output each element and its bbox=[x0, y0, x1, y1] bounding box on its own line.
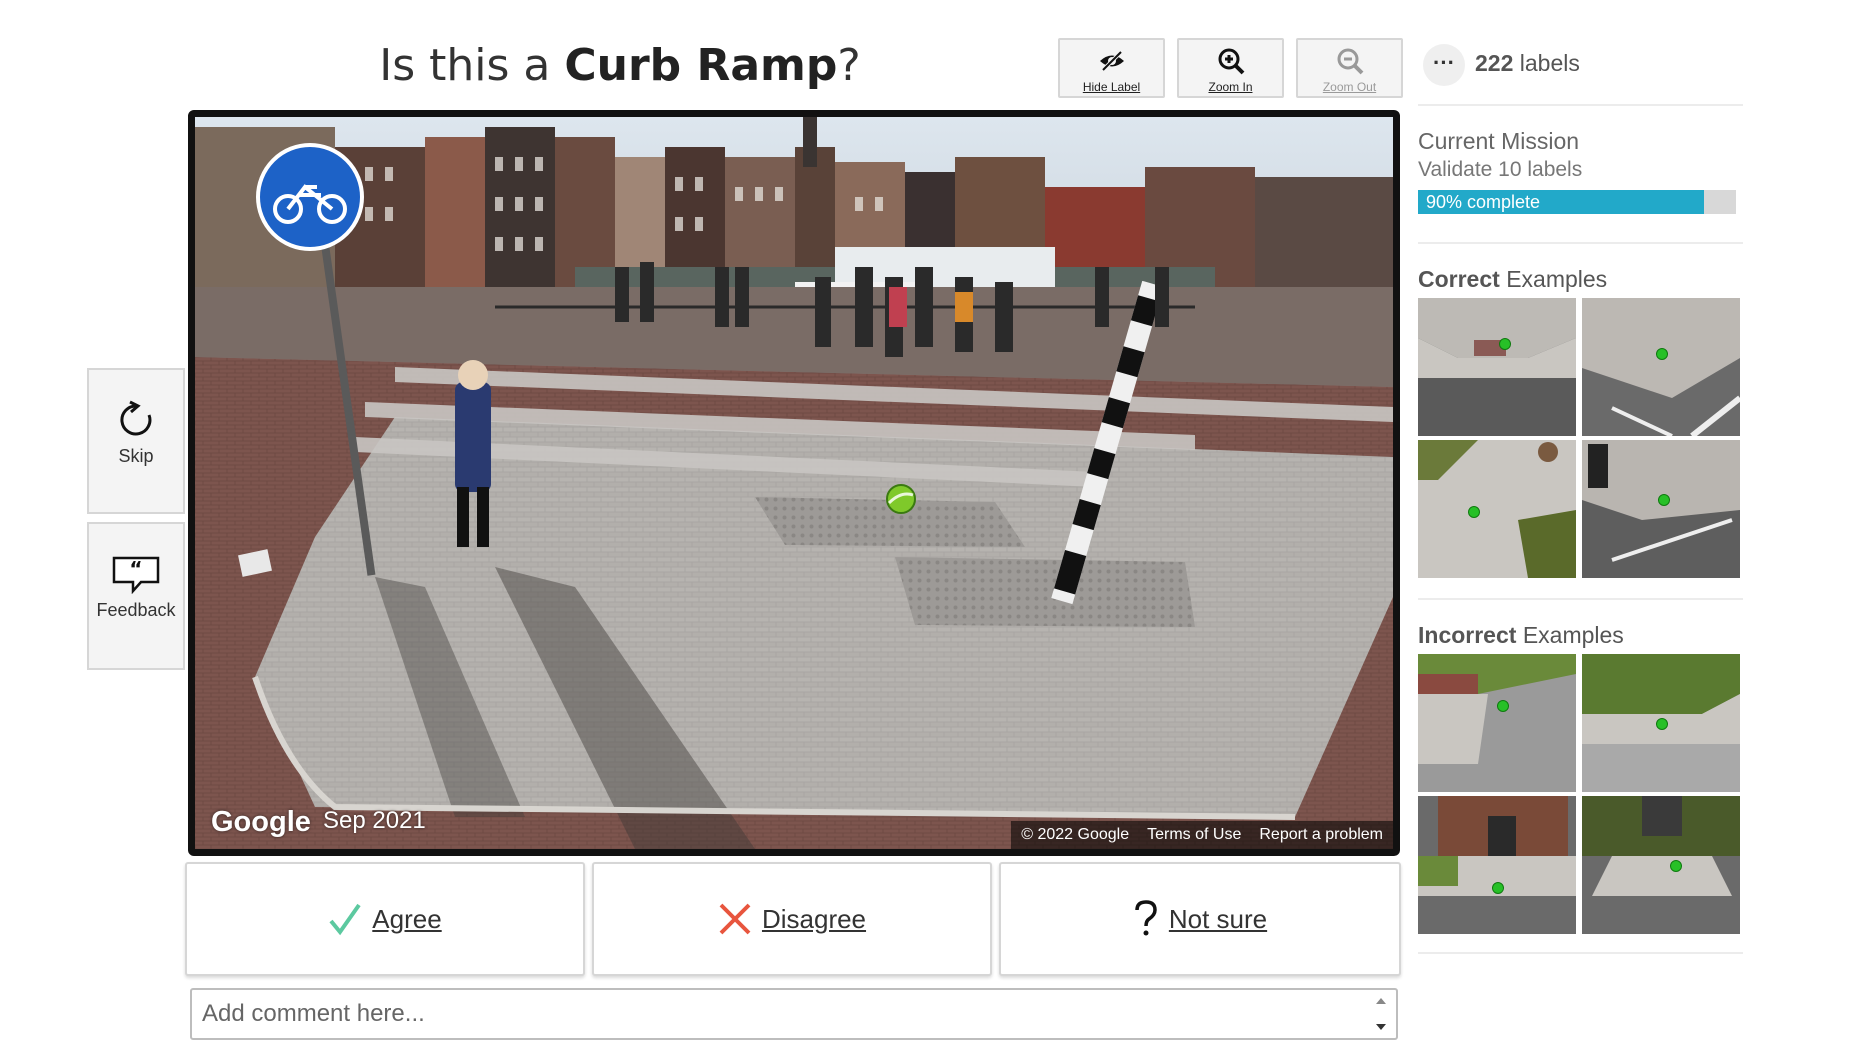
hide-label-text: Hide Label bbox=[1082, 80, 1141, 94]
title-prefix: Is this a bbox=[379, 40, 565, 91]
svg-text:“: “ bbox=[129, 557, 142, 581]
skip-label: Skip bbox=[118, 446, 154, 466]
divider bbox=[1418, 598, 1743, 600]
correct-examples-bold: Correct bbox=[1418, 266, 1500, 292]
label-marker-icon bbox=[1656, 348, 1668, 360]
incorrect-examples-rest: Examples bbox=[1516, 622, 1624, 648]
disagree-label: Disagree bbox=[761, 903, 867, 934]
label-marker-icon bbox=[1670, 860, 1682, 872]
label-count: 222 labels bbox=[1475, 50, 1580, 77]
zoom-out-icon bbox=[1337, 48, 1363, 75]
comment-input[interactable] bbox=[190, 988, 1398, 1040]
incorrect-example-thumbnail[interactable] bbox=[1418, 796, 1576, 934]
mission-progress-bar: 90% complete bbox=[1418, 190, 1736, 214]
divider bbox=[1418, 952, 1743, 954]
example-image bbox=[1418, 796, 1576, 934]
zoom-in-text: Zoom In bbox=[1208, 80, 1253, 94]
label-count-word: labels bbox=[1519, 50, 1580, 76]
zoom-out-button[interactable]: Zoom Out bbox=[1296, 38, 1403, 98]
skip-button[interactable]: Skip bbox=[87, 368, 185, 514]
divider bbox=[1418, 104, 1743, 106]
incorrect-example-thumbnail[interactable] bbox=[1582, 796, 1740, 934]
checkmark-icon bbox=[329, 903, 361, 936]
speech-bubble-icon: “ bbox=[112, 556, 160, 594]
label-marker-icon bbox=[1497, 700, 1509, 712]
title-label-type: Curb Ramp bbox=[564, 40, 838, 91]
page-title: Is this a Curb Ramp? bbox=[300, 40, 940, 91]
copyright-text: © 2022 Google bbox=[1021, 826, 1130, 843]
question-mark-icon bbox=[1135, 900, 1157, 936]
mission-title: Current Mission bbox=[1418, 128, 1580, 154]
zoom-out-text: Zoom Out bbox=[1322, 80, 1377, 94]
label-marker-icon bbox=[1499, 338, 1511, 350]
not-sure-button[interactable]: Not sure bbox=[999, 862, 1401, 976]
report-problem-link[interactable]: Report a problem bbox=[1259, 826, 1383, 844]
example-image bbox=[1418, 654, 1576, 792]
street-scene-image bbox=[195, 117, 1393, 849]
example-image bbox=[1582, 796, 1740, 934]
title-suffix: ? bbox=[837, 40, 861, 91]
example-image bbox=[1418, 440, 1576, 578]
correct-examples-rest: Examples bbox=[1499, 266, 1608, 292]
zoom-in-button[interactable]: Zoom In bbox=[1177, 38, 1284, 98]
mission-subtitle: Validate 10 labels bbox=[1418, 158, 1583, 181]
label-marker-icon bbox=[1658, 494, 1670, 506]
progress-fill: 90% complete bbox=[1418, 190, 1705, 214]
pano-footer: © 2022 Google Terms of Use Report a prob… bbox=[1011, 821, 1393, 849]
comment-scroll-arrows-icon[interactable] bbox=[1368, 992, 1394, 1036]
incorrect-example-thumbnail[interactable] bbox=[1418, 654, 1576, 792]
incorrect-example-thumbnail[interactable] bbox=[1582, 654, 1740, 792]
capture-date: Sep 2021 bbox=[323, 807, 426, 834]
label-marker-icon bbox=[1492, 882, 1504, 894]
label-count-number: 222 bbox=[1475, 50, 1514, 76]
label-marker-icon bbox=[1656, 718, 1668, 730]
street-view-panorama[interactable]: Google Sep 2021 © 2022 Google Terms of U… bbox=[188, 110, 1400, 856]
example-image bbox=[1582, 440, 1740, 578]
terms-link[interactable]: Terms of Use bbox=[1147, 826, 1241, 844]
refresh-icon bbox=[120, 400, 152, 436]
divider bbox=[1418, 242, 1743, 244]
agree-button[interactable]: Agree bbox=[185, 862, 585, 976]
example-image bbox=[1582, 298, 1740, 436]
not-sure-label: Not sure bbox=[1168, 903, 1268, 934]
correct-example-thumbnail[interactable] bbox=[1418, 440, 1576, 578]
correct-example-thumbnail[interactable] bbox=[1582, 440, 1740, 578]
validation-page: Is this a Curb Ramp? Hide Label Zoom In … bbox=[0, 0, 1860, 1044]
zoom-in-icon bbox=[1218, 48, 1244, 75]
example-image bbox=[1418, 298, 1576, 436]
hide-label-button[interactable]: Hide Label bbox=[1058, 38, 1165, 98]
feedback-label: Feedback bbox=[96, 600, 176, 620]
eye-slash-icon bbox=[1099, 50, 1124, 72]
disagree-button[interactable]: Disagree bbox=[592, 862, 992, 976]
incorrect-examples-title: Incorrect Examples bbox=[1418, 622, 1624, 649]
correct-examples-title: Correct Examples bbox=[1418, 266, 1607, 293]
incorrect-examples-bold: Incorrect bbox=[1418, 622, 1517, 648]
more-options-button[interactable]: ··· bbox=[1423, 44, 1465, 86]
agree-label: Agree bbox=[372, 903, 442, 934]
feedback-button[interactable]: “ Feedback bbox=[87, 522, 185, 670]
label-marker-icon bbox=[1468, 506, 1480, 518]
x-icon bbox=[719, 903, 751, 935]
correct-example-thumbnail[interactable] bbox=[1582, 298, 1740, 436]
google-logo: Google bbox=[211, 806, 311, 838]
correct-example-thumbnail[interactable] bbox=[1418, 298, 1576, 436]
